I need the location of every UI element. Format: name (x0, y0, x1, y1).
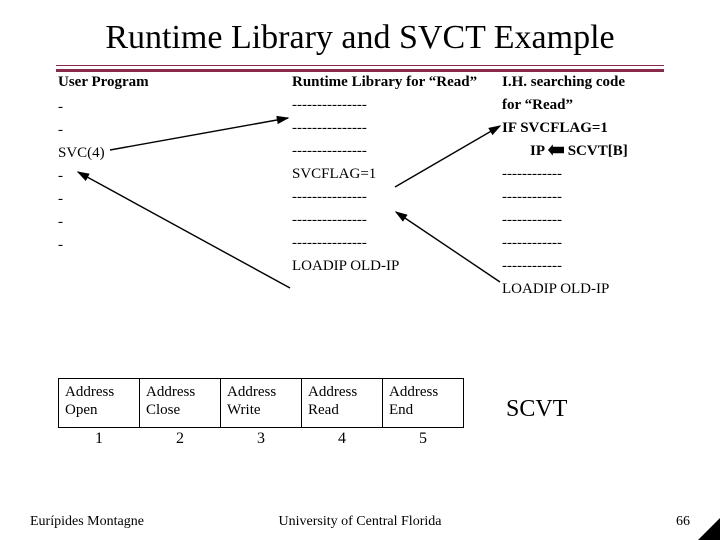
code-line: ------------ (502, 256, 702, 277)
scvt-table: AddressOpen AddressClose AddressWrite Ad… (58, 378, 464, 428)
index: 4 (301, 430, 383, 448)
university-name: University of Central Florida (279, 514, 442, 530)
scvt-cell-end: AddressEnd (382, 378, 464, 428)
svc-call: SVC(4) (58, 143, 228, 164)
scvt-label: SCVT (506, 396, 567, 423)
user-program-column: User Program - - SVC(4) - - - - (58, 72, 228, 258)
code-line: - (58, 97, 228, 118)
ih-header: I.H. searching code (502, 72, 702, 93)
page-number: 66 (676, 514, 690, 530)
scvt-cell-read: AddressRead (301, 378, 383, 428)
index: 2 (139, 430, 221, 448)
left-arrow-icon (548, 143, 564, 157)
jump-prefix: IP (530, 143, 548, 159)
code-line: ------------ (502, 164, 702, 185)
runtime-library-header: Runtime Library for “Read” (292, 72, 492, 93)
index: 3 (220, 430, 302, 448)
code-line: --------------- (292, 141, 492, 162)
code-line: --------------- (292, 210, 492, 231)
user-program-header: User Program (58, 72, 228, 93)
ih-sub: for “Read” (502, 95, 702, 116)
slide-title: Runtime Library and SVCT Example (0, 0, 720, 63)
jump-suffix: SCVT[B] (564, 143, 628, 159)
page-corner-icon (698, 518, 720, 540)
scvt-cell-close: AddressClose (139, 378, 221, 428)
code-line: - (58, 235, 228, 256)
index: 1 (58, 430, 140, 448)
code-line: - (58, 212, 228, 233)
code-line: --------------- (292, 118, 492, 139)
svcflag-set: SVCFLAG=1 (292, 164, 492, 185)
index: 5 (382, 430, 464, 448)
code-line: --------------- (292, 95, 492, 116)
loadip-old-ip: LOADIP OLD-IP (292, 256, 492, 277)
ip-scvt-jump: IP SCVT[B] (502, 141, 702, 162)
code-line: --------------- (292, 233, 492, 254)
code-line: ------------ (502, 233, 702, 254)
scvt-cell-write: AddressWrite (220, 378, 302, 428)
scvt-cell-open: AddressOpen (58, 378, 140, 428)
author-name: Eurípides Montagne (30, 514, 144, 530)
main-content: User Program - - SVC(4) - - - - Runtime … (0, 72, 720, 88)
code-line: - (58, 120, 228, 141)
scvt-indices: 1 2 3 4 5 (58, 430, 464, 448)
code-line: - (58, 166, 228, 187)
runtime-library-column: Runtime Library for “Read” -------------… (292, 72, 492, 279)
ih-searching-column: I.H. searching code for “Read” IF SVCFLA… (502, 72, 702, 302)
loadip-old-ip: LOADIP OLD-IP (502, 279, 702, 300)
code-line: --------------- (292, 187, 492, 208)
if-svcflag: IF SVCFLAG=1 (502, 118, 702, 139)
code-line: - (58, 189, 228, 210)
code-line: ------------ (502, 210, 702, 231)
code-line: ------------ (502, 187, 702, 208)
